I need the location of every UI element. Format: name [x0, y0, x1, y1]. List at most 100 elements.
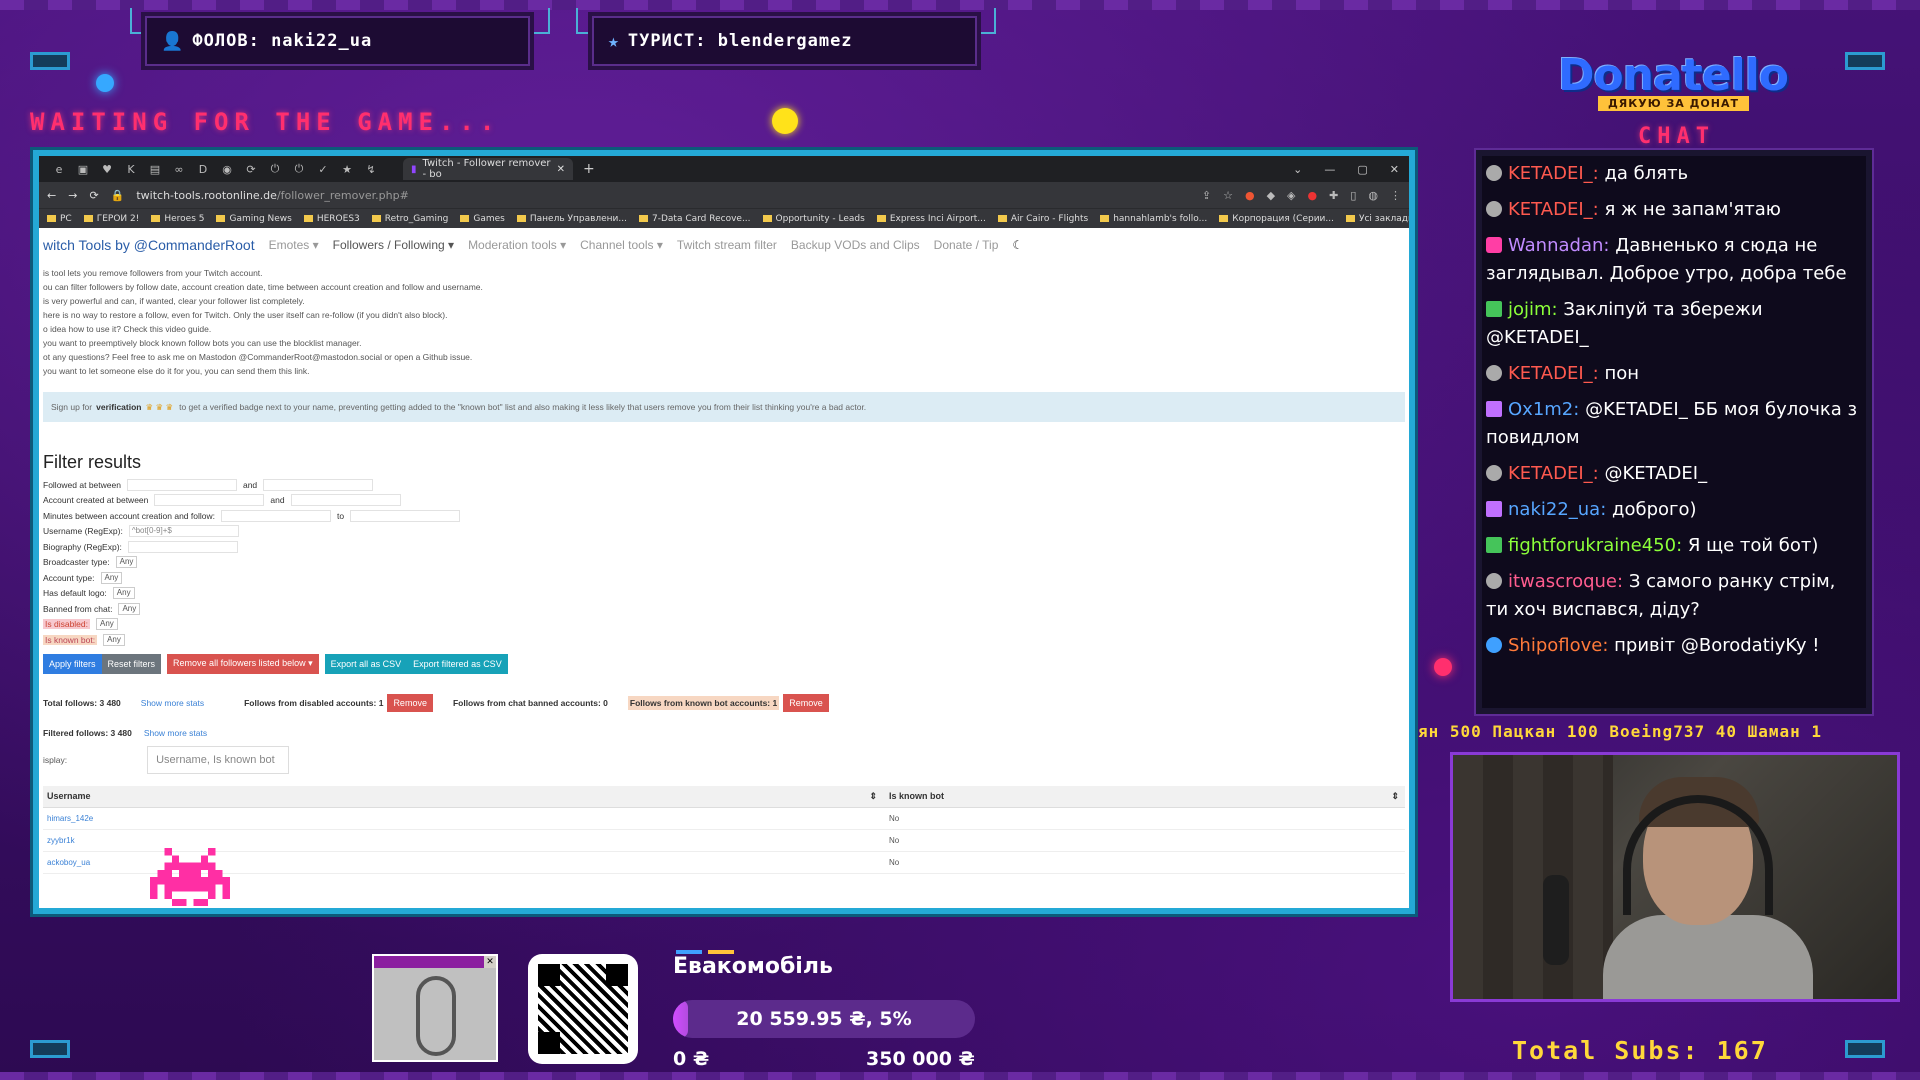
export-all-button[interactable]: Export all as CSV: [324, 653, 408, 674]
chat-username[interactable]: KETADEI_:: [1508, 363, 1599, 384]
nav-channel-tools[interactable]: Channel tools ▾: [580, 238, 663, 252]
pinned-tab-icon[interactable]: ⏻: [287, 159, 311, 179]
chat-username[interactable]: KETADEI_:: [1508, 463, 1599, 484]
export-filtered-button[interactable]: Export filtered as CSV: [407, 653, 508, 674]
followed-to-input[interactable]: [263, 478, 374, 491]
bookmark-item[interactable]: Games: [460, 214, 505, 224]
extension-icon[interactable]: ●: [1308, 189, 1318, 202]
row-username[interactable]: himars_142e: [47, 814, 93, 823]
row-username[interactable]: zyybr1k: [47, 836, 75, 845]
chat-username[interactable]: itwascroque:: [1508, 571, 1623, 592]
chat-username[interactable]: KETADEI_:: [1508, 199, 1599, 220]
biography-regex-input[interactable]: [127, 540, 238, 553]
pinned-tab-icon[interactable]: ▣: [71, 159, 95, 179]
bookmark-item[interactable]: HEROES3: [303, 214, 360, 224]
forward-icon[interactable]: →: [68, 189, 77, 202]
created-from-input[interactable]: [154, 494, 265, 507]
bookmark-item[interactable]: Air Cairo - Flights: [997, 214, 1088, 224]
pinned-tab-icon[interactable]: ⟳: [239, 159, 263, 179]
pinned-tab-icon[interactable]: ★: [335, 159, 359, 179]
bookmark-item[interactable]: PC: [47, 214, 72, 224]
minimize-icon[interactable]: —: [1324, 163, 1335, 176]
dark-mode-icon[interactable]: ☾: [1012, 238, 1023, 252]
sidebar-icon[interactable]: ▯: [1350, 189, 1356, 202]
verify-link[interactable]: verification: [96, 402, 141, 412]
bookmark-star-icon[interactable]: ☆: [1223, 189, 1233, 202]
reset-filters-button[interactable]: Reset filters: [101, 653, 162, 674]
bookmark-item[interactable]: Gaming News: [216, 214, 292, 224]
remove-disabled-button[interactable]: Remove: [387, 693, 433, 712]
bookmark-item[interactable]: Корпорация (Серии...: [1219, 214, 1334, 224]
pinned-tab-icon[interactable]: ⏻: [263, 159, 287, 179]
account-type-select[interactable]: Any: [100, 571, 123, 584]
nav-emotes[interactable]: Emotes ▾: [269, 238, 319, 252]
pinned-tab-icon[interactable]: ∞: [167, 159, 191, 179]
bookmark-item[interactable]: Opportunity - Leads: [762, 214, 865, 224]
close-tab-icon[interactable]: ✕: [557, 164, 565, 175]
chat-username[interactable]: fightforukraine450:: [1508, 535, 1682, 556]
pinned-tab-icon[interactable]: D: [191, 159, 215, 179]
maximize-icon[interactable]: ▢: [1357, 163, 1367, 176]
bookmark-item[interactable]: Панель Управлени...: [516, 214, 627, 224]
chat-username[interactable]: KETADEI_:: [1508, 163, 1599, 184]
nav-donate[interactable]: Donate / Tip: [934, 238, 999, 252]
show-more-stats-link[interactable]: Show more stats: [141, 698, 204, 708]
pinned-tab-icon[interactable]: ♥: [95, 159, 119, 179]
url-field[interactable]: twitch-tools.rootonline.de/follower_remo…: [136, 189, 408, 202]
share-icon[interactable]: ⇪: [1202, 189, 1211, 202]
active-tab[interactable]: ▮ Twitch - Follower remover - bo ✕: [403, 158, 573, 180]
chat-username[interactable]: Ox1m2:: [1508, 399, 1579, 420]
site-brand[interactable]: witch Tools by @CommanderRoot: [43, 237, 255, 253]
extension-icon[interactable]: ◈: [1287, 189, 1295, 202]
apply-filters-button[interactable]: Apply filters: [43, 653, 102, 674]
nav-stream-filter[interactable]: Twitch stream filter: [677, 238, 777, 252]
reload-icon[interactable]: ⟳: [89, 189, 98, 202]
disabled-select[interactable]: Any: [96, 618, 118, 631]
sort-icon[interactable]: ⇕: [1391, 791, 1399, 802]
chat-username[interactable]: jojim:: [1508, 299, 1558, 320]
bookmark-item[interactable]: Heroes 5: [151, 214, 204, 224]
show-more-stats-link[interactable]: Show more stats: [144, 728, 207, 738]
col-known-bot[interactable]: Is known bot ⇕: [883, 791, 1405, 802]
pinned-tab-icon[interactable]: ✓: [311, 159, 335, 179]
chat-username[interactable]: Shipoflove:: [1508, 635, 1608, 656]
bookmark-item[interactable]: 7-Data Card Recove...: [639, 214, 751, 224]
username-regex-input[interactable]: ^bot[0-9]+$: [128, 525, 239, 538]
puzzle-icon[interactable]: ✚: [1329, 189, 1338, 202]
pinned-tab-icon[interactable]: e: [47, 159, 71, 179]
sort-icon[interactable]: ⇕: [869, 791, 877, 802]
new-tab-button[interactable]: +: [583, 161, 595, 177]
created-to-input[interactable]: [290, 494, 401, 507]
row-username[interactable]: ackoboy_ua: [47, 858, 90, 867]
banned-chat-select[interactable]: Any: [118, 602, 141, 615]
menu-icon[interactable]: ⋮: [1390, 189, 1401, 202]
bookmark-item[interactable]: hannahlamb's follo...: [1100, 214, 1207, 224]
extension-icon[interactable]: ◆: [1267, 189, 1275, 202]
pinned-tab-icon[interactable]: K: [119, 159, 143, 179]
profile-icon[interactable]: ◍: [1368, 189, 1378, 202]
close-icon[interactable]: ✕: [1390, 163, 1399, 176]
chat-username[interactable]: naki22_ua:: [1508, 499, 1606, 520]
bookmark-item[interactable]: Express Inci Airport...: [876, 214, 986, 224]
back-icon[interactable]: ←: [47, 189, 56, 202]
minutes-to-input[interactable]: [350, 509, 461, 522]
known-bot-select[interactable]: Any: [103, 633, 125, 646]
table-search-input[interactable]: Username, Is known bot: [147, 745, 290, 774]
remove-known-bot-button[interactable]: Remove: [783, 693, 829, 712]
bookmark-item[interactable]: Усі закладки: [1346, 214, 1409, 224]
col-username[interactable]: Username ⇕: [43, 791, 883, 802]
bookmark-item[interactable]: ГЕРОИ 2!: [83, 214, 139, 224]
followed-from-input[interactable]: [126, 478, 237, 491]
default-logo-select[interactable]: Any: [112, 587, 135, 600]
nav-moderation[interactable]: Moderation tools ▾: [468, 238, 566, 252]
pinned-tab-icon[interactable]: ↯: [359, 159, 383, 179]
pinned-tab-icon[interactable]: ◉: [215, 159, 239, 179]
chevron-down-icon[interactable]: ⌄: [1293, 163, 1302, 176]
broadcaster-type-select[interactable]: Any: [115, 556, 138, 569]
remove-all-button[interactable]: Remove all followers listed below ▾: [167, 653, 319, 674]
extension-icon[interactable]: ●: [1245, 189, 1255, 202]
chat-username[interactable]: Wannadan:: [1508, 235, 1609, 256]
bookmark-item[interactable]: Retro_Gaming: [371, 214, 448, 224]
pinned-tab-icon[interactable]: ▤: [143, 159, 167, 179]
nav-backup[interactable]: Backup VODs and Clips: [791, 238, 920, 252]
